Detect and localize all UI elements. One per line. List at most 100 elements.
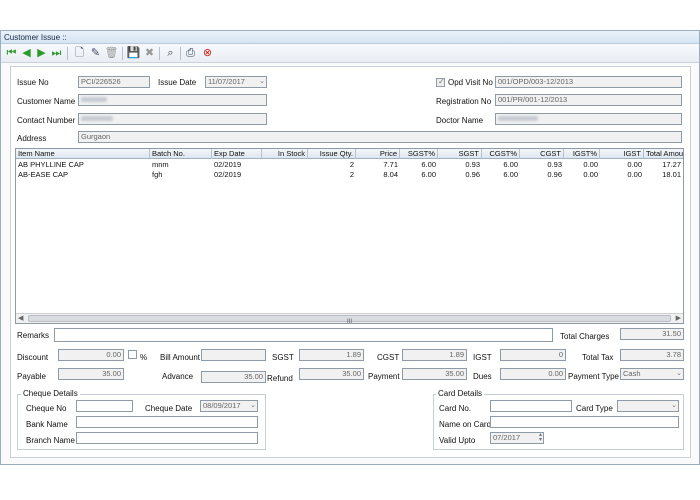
cell-cgst: 0.96 — [547, 170, 562, 179]
cheque-no-label: Cheque No — [26, 404, 67, 413]
discount-field[interactable]: 0.00 — [58, 349, 124, 361]
col-sgst[interactable]: SGST — [438, 149, 482, 159]
window-title: Customer Issue :: — [1, 31, 699, 44]
scroll-right-icon[interactable]: ▶ — [676, 314, 681, 323]
remarks-label: Remarks — [17, 331, 50, 340]
cgst-label: CGST — [377, 353, 400, 362]
doctor-field[interactable] — [495, 113, 682, 125]
address-field[interactable]: Gurgaon — [78, 131, 682, 143]
last-icon[interactable]: ⏭ — [50, 47, 63, 60]
col-exp-date[interactable]: Exp Date — [212, 149, 262, 159]
new-icon[interactable]: 🗋 — [73, 47, 86, 60]
issue-date-field[interactable]: 11/07/2017 ⌄ — [205, 76, 267, 88]
col-item-name[interactable]: Item Name — [16, 149, 150, 159]
cell-sgst: 0.93 — [465, 160, 480, 169]
name-on-card-label: Name on Card — [439, 420, 492, 429]
chevron-down-icon[interactable]: ⌄ — [250, 401, 256, 411]
delete-icon[interactable]: 🗑 — [105, 47, 119, 60]
cancel-icon[interactable]: ✖ — [143, 47, 156, 60]
total-charges-field[interactable]: 31.50 — [620, 328, 684, 340]
col-price[interactable]: Price — [356, 149, 400, 159]
cheque-date-label: Cheque Date — [145, 404, 193, 413]
cgst-field[interactable]: 1.89 — [402, 349, 467, 361]
chevron-down-icon[interactable]: ⌄ — [676, 369, 682, 379]
valid-upto-label: Valid Upto — [439, 436, 476, 445]
cheque-date-field[interactable]: 08/09/2017 ⌄ — [200, 400, 258, 412]
cell-igst: 0.00 — [627, 170, 642, 179]
opd-visit-checkbox[interactable]: ✓ — [436, 77, 445, 87]
cell-issue-qty: 2 — [349, 170, 354, 179]
cell-in-stock — [262, 170, 308, 180]
advance-field[interactable]: 35.00 — [201, 371, 266, 383]
issue-no-field[interactable]: PCI/226526 — [78, 76, 150, 88]
payment-field[interactable]: 35.00 — [402, 368, 467, 380]
col-issue-qty[interactable]: Issue Qty. — [308, 149, 356, 159]
valid-upto-field[interactable]: 07/2017 ▴ ▾ — [490, 432, 544, 444]
card-type-select[interactable]: ⌄ — [617, 400, 679, 412]
bill-amount-field[interactable] — [201, 349, 266, 361]
payment-type-value: Cash — [623, 369, 641, 378]
grid-horizontal-scrollbar[interactable]: ◀ III ▶ — [16, 313, 683, 325]
cheque-date-value: 08/09/2017 — [203, 401, 241, 410]
save-icon[interactable]: 💾 — [127, 47, 141, 60]
col-in-stock[interactable]: In Stock — [262, 149, 308, 159]
opd-visit-field[interactable]: 001/OPD/003-12/2013 — [495, 76, 682, 88]
col-total-amount[interactable]: Total Amount — [644, 149, 683, 159]
cell-exp-date: 02/2019 — [214, 160, 242, 169]
next-icon[interactable]: ▶ — [35, 47, 48, 60]
bank-name-field[interactable] — [76, 416, 258, 428]
payment-type-select[interactable]: Cash ⌄ — [620, 368, 684, 380]
chevron-down-icon[interactable]: ⌄ — [671, 401, 677, 411]
contact-field[interactable] — [78, 113, 267, 125]
cell-in-stock — [262, 160, 308, 170]
name-on-card-field[interactable] — [490, 416, 679, 428]
bill-amount-label: Bill Amount — [160, 353, 201, 362]
col-cgst-pct[interactable]: CGST% — [482, 149, 520, 159]
issue-date-label: Issue Date — [158, 78, 197, 87]
cell-cgst: 0.93 — [547, 160, 562, 169]
opd-visit-label: Opd Visit No — [448, 78, 493, 87]
discount-percent-checkbox[interactable] — [128, 350, 137, 359]
print-icon[interactable]: ⎙ — [184, 47, 197, 60]
prev-icon[interactable]: ◀ — [20, 47, 33, 60]
col-igst[interactable]: IGST — [600, 149, 644, 159]
customer-name-field[interactable] — [78, 94, 267, 106]
cell-total-amount: 17.27 — [662, 160, 681, 169]
card-no-field[interactable] — [490, 400, 572, 412]
refund-field[interactable]: 35.00 — [299, 368, 364, 380]
issue-date-value: 11/07/2017 — [208, 77, 245, 86]
cheque-no-field[interactable] — [76, 400, 133, 412]
col-igst-pct[interactable]: IGST% — [564, 149, 600, 159]
total-tax-field[interactable]: 3.78 — [620, 349, 684, 361]
igst-field[interactable]: 0 — [500, 349, 566, 361]
bank-name-label: Bank Name — [26, 420, 68, 429]
payable-field[interactable]: 35.00 — [58, 368, 124, 380]
refund-label: Refund — [267, 374, 293, 383]
close-icon[interactable]: ⊗ — [201, 47, 214, 60]
sgst-field[interactable]: 1.89 — [299, 349, 364, 361]
col-batch-no[interactable]: Batch No. — [150, 149, 212, 159]
search-icon[interactable]: ⌕ — [164, 47, 177, 60]
card-no-label: Card No. — [439, 404, 472, 413]
total-charges-label: Total Charges — [560, 332, 610, 341]
cell-cgst-pct: 6.00 — [503, 160, 518, 169]
cell-price: 7.71 — [383, 160, 398, 169]
col-cgst[interactable]: CGST — [520, 149, 564, 159]
spinner-icon[interactable]: ▴ ▾ — [539, 433, 542, 443]
branch-name-field[interactable] — [76, 432, 258, 444]
col-sgst-pct[interactable]: SGST% — [400, 149, 438, 159]
cell-igst: 0.00 — [627, 160, 642, 169]
cell-price: 8.04 — [383, 170, 398, 179]
edit-icon[interactable]: ✎ — [89, 47, 102, 60]
cheque-details-title: Cheque Details — [21, 389, 80, 399]
cell-issue-qty: 2 — [349, 160, 354, 169]
chevron-down-icon[interactable]: ⌄ — [259, 77, 265, 87]
scroll-thumb[interactable]: III — [28, 315, 671, 325]
remarks-field[interactable] — [54, 328, 553, 342]
dues-field[interactable]: 0.00 — [500, 368, 566, 380]
doctor-label: Doctor Name — [436, 116, 484, 125]
scroll-left-icon[interactable]: ◀ — [18, 314, 23, 323]
first-icon[interactable]: ⏮ — [5, 47, 18, 60]
registration-field[interactable]: 001/PR/001-12/2013 — [495, 94, 682, 106]
scroll-grip: III — [346, 319, 352, 325]
